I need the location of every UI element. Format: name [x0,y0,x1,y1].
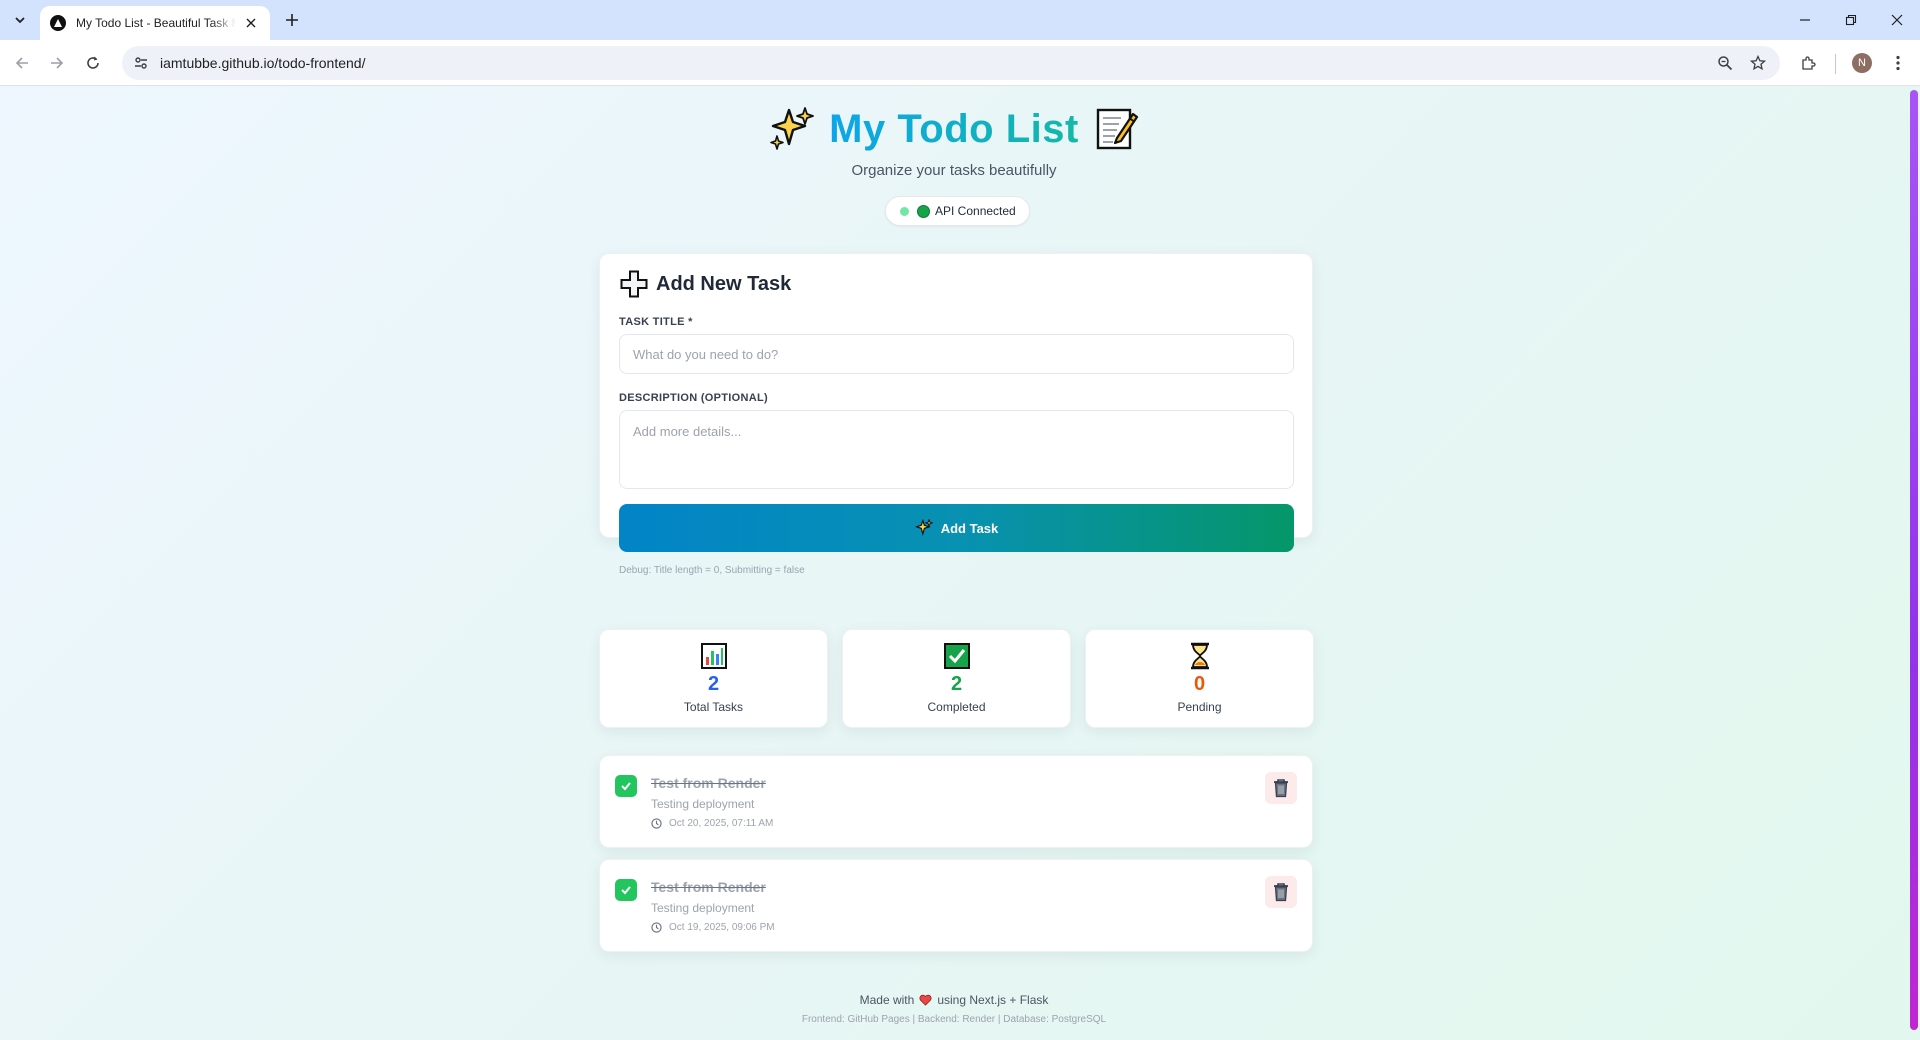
clock-icon [651,922,662,933]
task-title: Test from Render [651,879,766,895]
stat-label: Total Tasks [683,700,744,714]
url-text: iamtubbe.github.io/todo-frontend/ [160,55,366,71]
reload-icon [87,56,99,69]
footer-stack: Frontend: GitHub Pages | Backend: Render… [801,1014,1107,1025]
browser-tab-active[interactable]: My Todo List - Beautiful Task Manager [40,6,270,40]
browser-toolbar: iamtubbe.github.io/todo-frontend/ N [0,40,1920,86]
bookmark-star-icon[interactable] [1746,51,1770,75]
stat-label: Completed [927,700,986,714]
page-scrollbar[interactable] [1908,86,1920,1040]
task-item: Test from Render Testing deployment Oct … [599,755,1313,848]
reload-button[interactable] [77,47,109,79]
hourglass-icon [1186,642,1214,670]
close-window-button[interactable] [1874,0,1920,40]
task-timestamp: Oct 19, 2025, 09:06 PM [651,922,775,933]
minimize-icon [1800,19,1810,21]
browser-tabstrip: My Todo List - Beautiful Task Manager [0,0,1920,40]
plus-icon [286,14,298,26]
footer-suffix: using Next.js + Flask [937,993,1049,1007]
task-timestamp-text: Oct 19, 2025, 09:06 PM [669,922,775,933]
chevron-down-icon [15,17,25,24]
task-complete-checkbox[interactable] [615,775,637,797]
description-label: DESCRIPTION (OPTIONAL) [619,392,768,404]
debug-text: Debug: Title length = 0, Submitting = fa… [619,565,805,576]
check-icon [621,782,631,791]
restore-window-button[interactable] [1828,0,1874,40]
status-green-circle-icon [917,204,930,218]
task-title-input[interactable]: What do you need to do? [619,334,1294,374]
profile-button[interactable]: N [1848,49,1876,77]
stat-card-completed: 2 Completed [842,629,1071,728]
plus-emoji-icon [620,270,648,298]
task-timestamp: Oct 20, 2025, 07:11 AM [651,818,773,829]
page-header: My Todo List [0,102,1908,156]
stat-value: 2 [950,673,963,695]
minimize-window-button[interactable] [1782,0,1828,40]
browser-menu-button[interactable] [1884,49,1912,77]
task-timestamp-text: Oct 20, 2025, 07:11 AM [669,818,774,829]
forward-button[interactable] [41,47,73,79]
task-description: Testing deployment [651,901,755,915]
add-task-header: Add New Task [620,270,791,298]
check-box-icon [943,642,971,670]
task-title-label: TASK TITLE * [619,316,693,328]
task-complete-checkbox[interactable] [615,879,637,901]
stat-label: Pending [1177,700,1222,714]
avatar: N [1852,53,1872,73]
arrow-left-icon [15,57,28,69]
page-title: My Todo List [829,106,1079,151]
back-button[interactable] [6,47,38,79]
task-item: Test from Render Testing deployment Oct … [599,859,1313,952]
more-vertical-icon [1896,55,1900,71]
close-icon [1891,14,1903,26]
zoom-icon[interactable] [1713,51,1737,75]
clock-icon [651,818,662,829]
tab-close-icon[interactable] [242,14,260,32]
add-task-card: Add New Task TASK TITLE * What do you ne… [599,253,1313,576]
stat-value: 2 [707,673,720,695]
add-task-button-label: Add Task [940,520,999,536]
api-status-badge: API Connected [885,196,1030,226]
sparkles-icon [769,106,815,152]
tab-search-button[interactable] [8,8,32,32]
status-pulse-icon [900,206,909,216]
restore-icon [1845,14,1857,26]
footer-prefix: Made with [859,993,915,1007]
memo-icon [1093,106,1139,152]
delete-task-button[interactable] [1265,772,1297,804]
stat-card-pending: 0 Pending [1085,629,1314,728]
tab-title: My Todo List - Beautiful Task Manager [76,16,236,30]
site-favicon-icon [50,15,66,31]
scrollbar-thumb[interactable] [1910,90,1918,1030]
trash-icon [1274,779,1288,798]
arrow-right-icon [51,57,64,69]
add-task-button[interactable]: Add Task [619,504,1294,552]
stat-value: 0 [1193,673,1206,695]
task-title: Test from Render [651,775,766,791]
sparkles-icon [914,519,933,537]
toolbar-divider [1835,54,1836,74]
trash-icon [1274,883,1288,902]
address-bar[interactable]: iamtubbe.github.io/todo-frontend/ [122,46,1780,80]
bar-chart-icon [700,642,728,670]
stat-card-total: 2 Total Tasks [599,629,828,728]
extensions-button[interactable] [1794,49,1822,77]
page-subtitle: Organize your tasks beautifully [851,162,1057,179]
api-status-text: API Connected [935,204,1016,218]
heart-icon [919,994,932,1006]
check-icon [621,886,631,895]
add-task-heading: Add New Task [656,272,792,295]
footer-made-with: Made with using Next.js + Flask [0,993,1908,1007]
page-viewport: My Todo List Organize your tasks beautif… [0,86,1920,1040]
delete-task-button[interactable] [1265,876,1297,908]
description-textarea[interactable]: Add more details... [619,410,1294,489]
site-info-icon[interactable] [124,46,158,80]
task-description: Testing deployment [651,797,755,811]
puzzle-icon [1802,56,1816,70]
new-tab-button[interactable] [280,8,304,32]
